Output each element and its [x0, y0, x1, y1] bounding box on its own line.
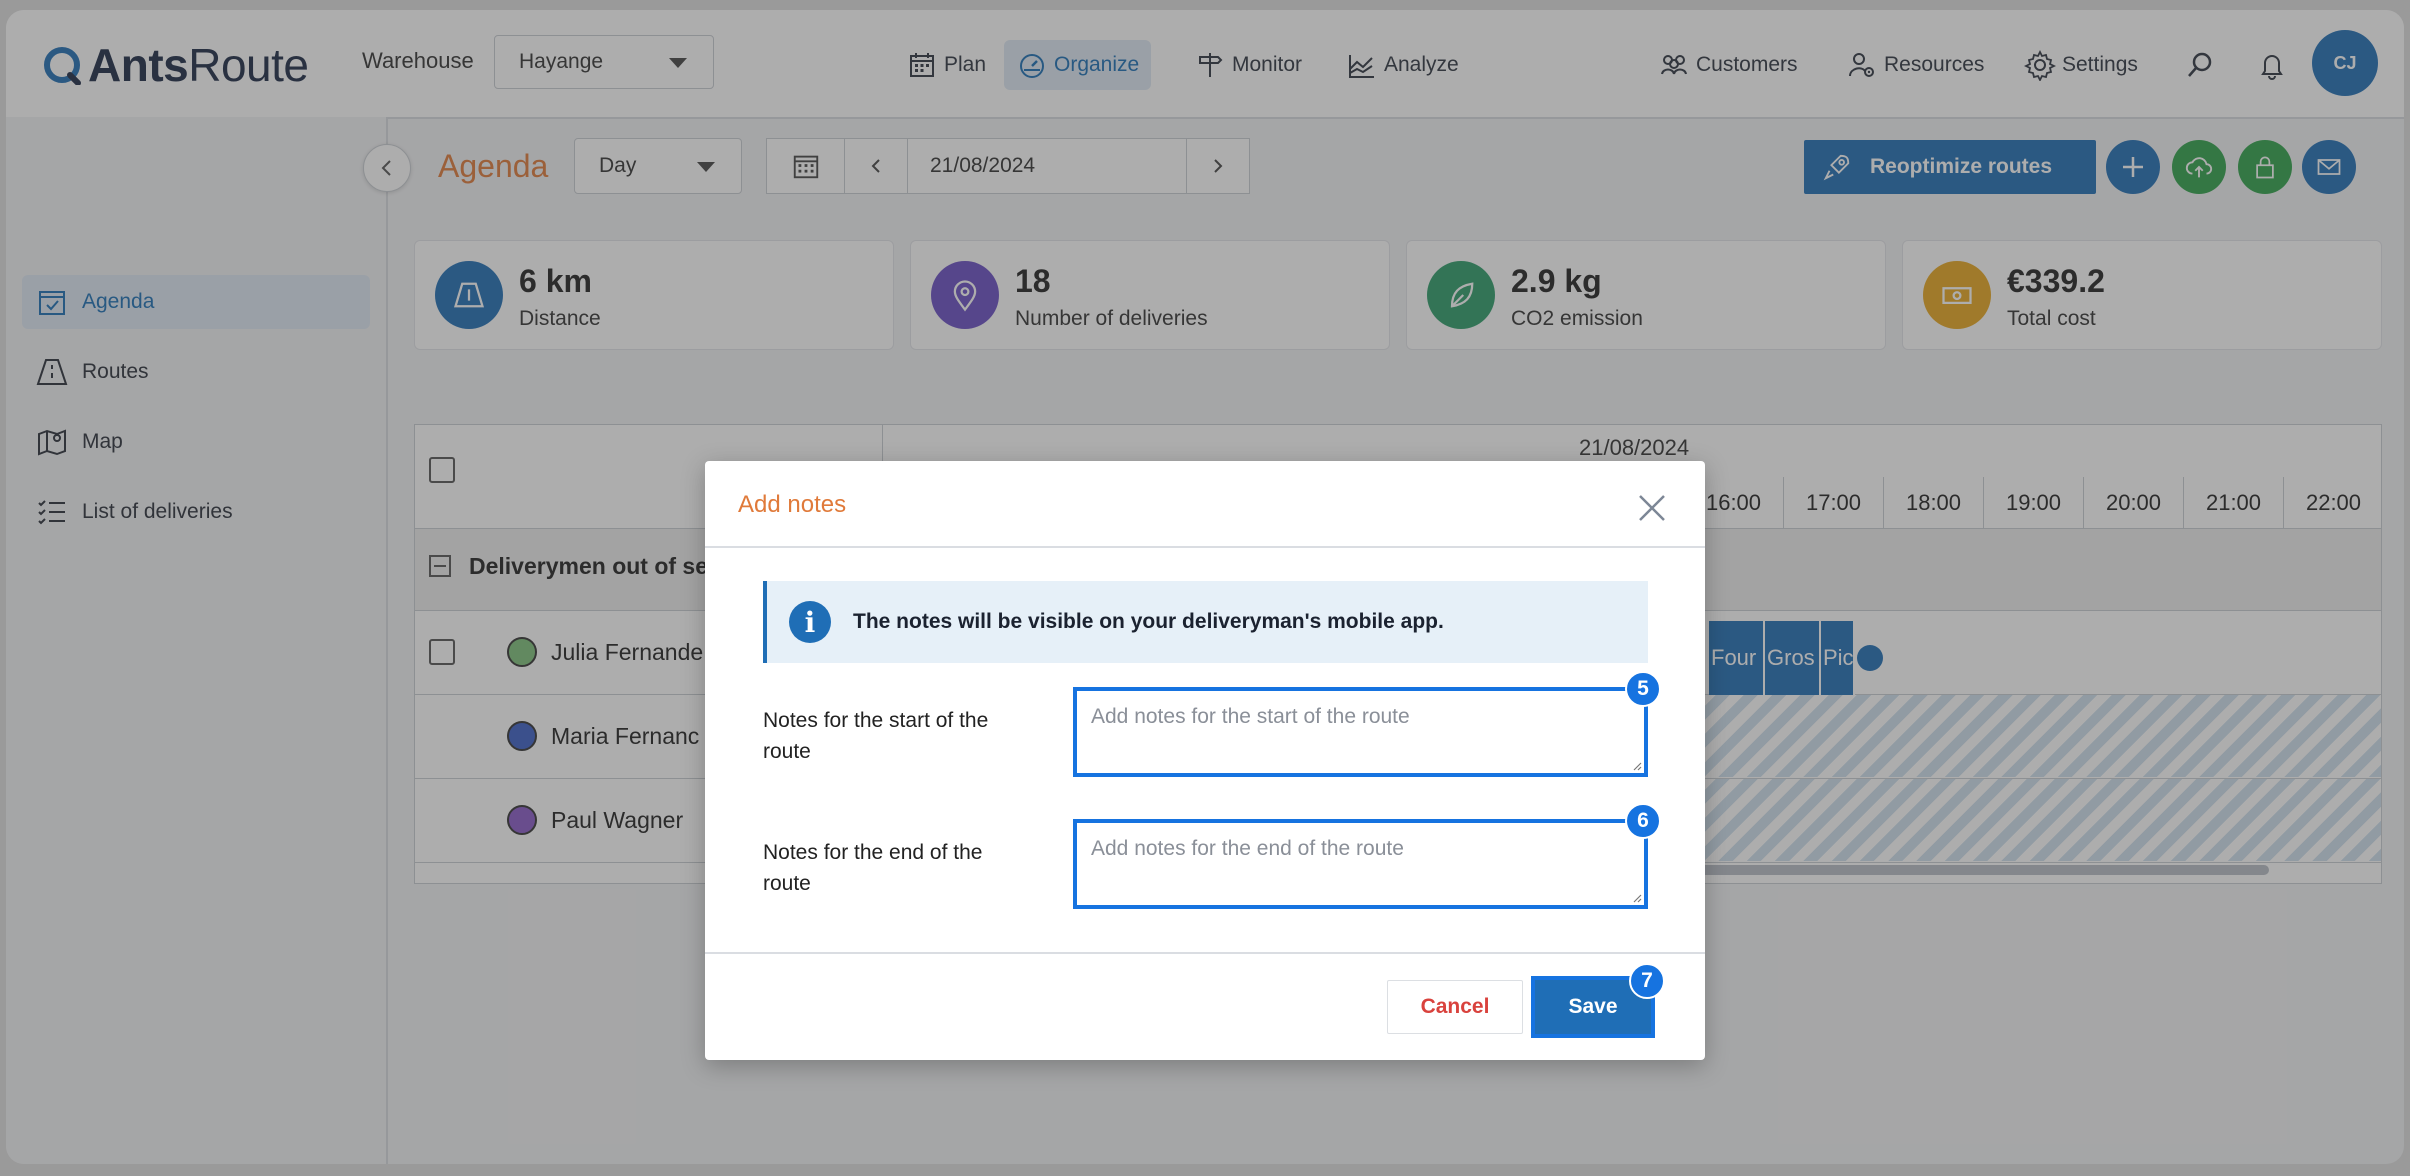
info-text: The notes will be visible on your delive… — [853, 610, 1444, 633]
resize-grip-icon[interactable] — [1630, 759, 1642, 771]
cancel-button[interactable]: Cancel — [1387, 980, 1523, 1034]
step-badge: 5 — [1625, 671, 1661, 707]
info-icon: i — [789, 601, 831, 643]
resize-grip-icon[interactable] — [1630, 891, 1642, 903]
end-notes-placeholder: Add notes for the end of the route — [1091, 837, 1404, 860]
end-notes-textarea[interactable]: Add notes for the end of the route — [1073, 819, 1648, 909]
close-icon[interactable] — [1635, 491, 1669, 525]
divider — [705, 952, 1705, 954]
start-notes-placeholder: Add notes for the start of the route — [1091, 705, 1410, 728]
start-notes-textarea[interactable]: Add notes for the start of the route — [1073, 687, 1648, 777]
start-notes-label: Notes for the start of the route — [763, 709, 989, 763]
divider — [705, 546, 1705, 548]
step-badge: 6 — [1625, 803, 1661, 839]
add-notes-dialog: Add notes i The notes will be visible on… — [705, 461, 1705, 1060]
info-banner: i The notes will be visible on your deli… — [763, 581, 1648, 663]
end-notes-label: Notes for the end of the route — [763, 841, 983, 895]
step-badge: 7 — [1629, 963, 1665, 999]
dialog-title: Add notes — [738, 491, 847, 518]
